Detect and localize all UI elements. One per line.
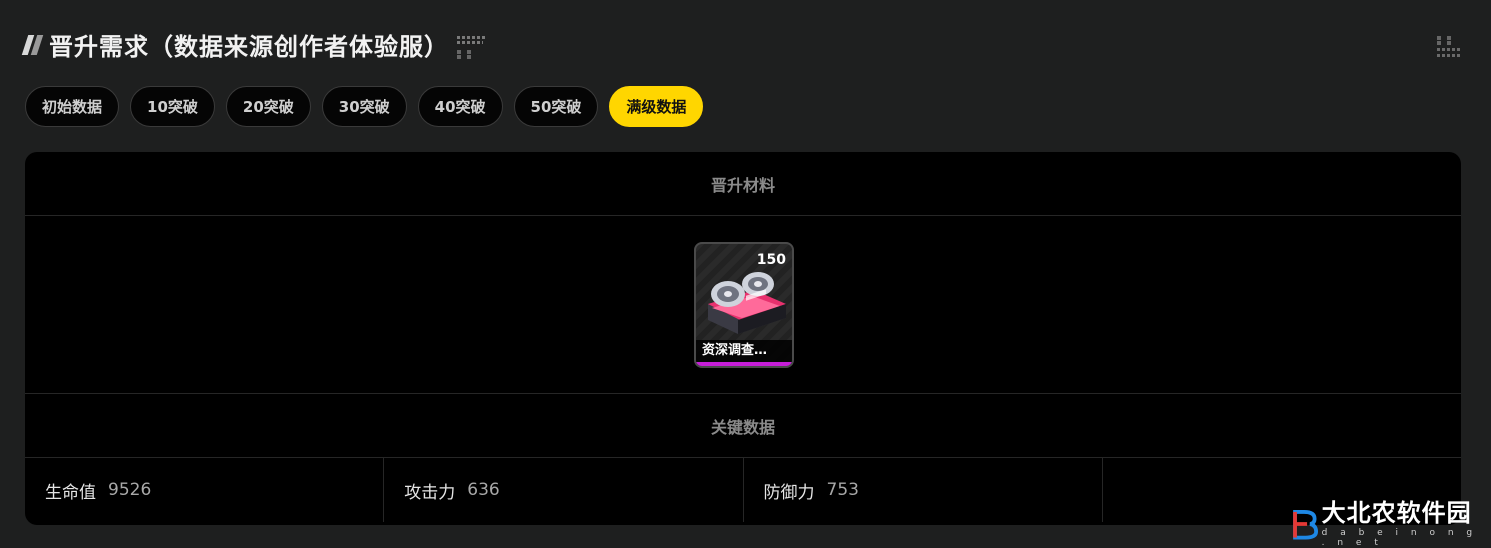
rarity-bar bbox=[696, 362, 792, 366]
watermark-name: 大北农软件园 bbox=[1321, 498, 1472, 527]
watermark: 大北农软件园 d a b e i n o n g . n e t bbox=[1292, 500, 1491, 548]
stat-label: 攻击力 bbox=[404, 482, 456, 503]
stat-value: 9526 bbox=[108, 480, 152, 500]
tab-break-40[interactable]: 40突破 bbox=[417, 86, 503, 127]
decorative-pattern-icon bbox=[457, 30, 487, 59]
tab-break-30[interactable]: 30突破 bbox=[321, 86, 407, 127]
promotion-card: 晋升材料 150 资深调查… 关键数据 生命值 9526 攻击力 636 防御力… bbox=[25, 152, 1461, 525]
tab-break-10[interactable]: 10突破 bbox=[130, 86, 215, 127]
stat-value: 636 bbox=[467, 480, 500, 500]
watermark-domain: d a b e i n o n g . n e t bbox=[1321, 528, 1478, 548]
corner-pattern-icon bbox=[1437, 32, 1461, 57]
watermark-logo-icon bbox=[1293, 510, 1318, 540]
stat-label: 生命值 bbox=[45, 482, 96, 503]
stats-row: 生命值 9526 攻击力 636 防御力 753 bbox=[25, 458, 1461, 522]
tab-break-20[interactable]: 20突破 bbox=[225, 86, 311, 127]
stat-hp: 生命值 9526 bbox=[25, 458, 385, 522]
material-name: 资深调查… bbox=[696, 340, 792, 362]
stat-label: 防御力 bbox=[763, 482, 815, 503]
level-tabs: 初始数据 10突破 20突破 30突破 40突破 50突破 满级数据 bbox=[25, 86, 704, 127]
tab-max-level[interactable]: 满级数据 bbox=[609, 86, 704, 127]
stat-atk: 攻击力 636 bbox=[384, 458, 744, 522]
stats-heading: 关键数据 bbox=[25, 394, 1461, 458]
header: 晋升需求（数据来源创作者体验服） bbox=[21, 26, 487, 62]
stat-def: 防御力 753 bbox=[744, 458, 1103, 522]
stat-value: 753 bbox=[826, 480, 859, 500]
materials-area: 150 资深调查… bbox=[25, 216, 1461, 394]
tape-reel-icon bbox=[708, 272, 786, 334]
materials-heading: 晋升材料 bbox=[25, 152, 1461, 216]
zz-logo-icon bbox=[21, 33, 44, 55]
tab-initial[interactable]: 初始数据 bbox=[25, 86, 120, 127]
page-title: 晋升需求（数据来源创作者体验服） bbox=[49, 32, 449, 61]
material-item[interactable]: 150 资深调查… bbox=[694, 242, 794, 368]
tab-break-50[interactable]: 50突破 bbox=[513, 86, 599, 127]
material-count: 150 bbox=[756, 252, 786, 268]
